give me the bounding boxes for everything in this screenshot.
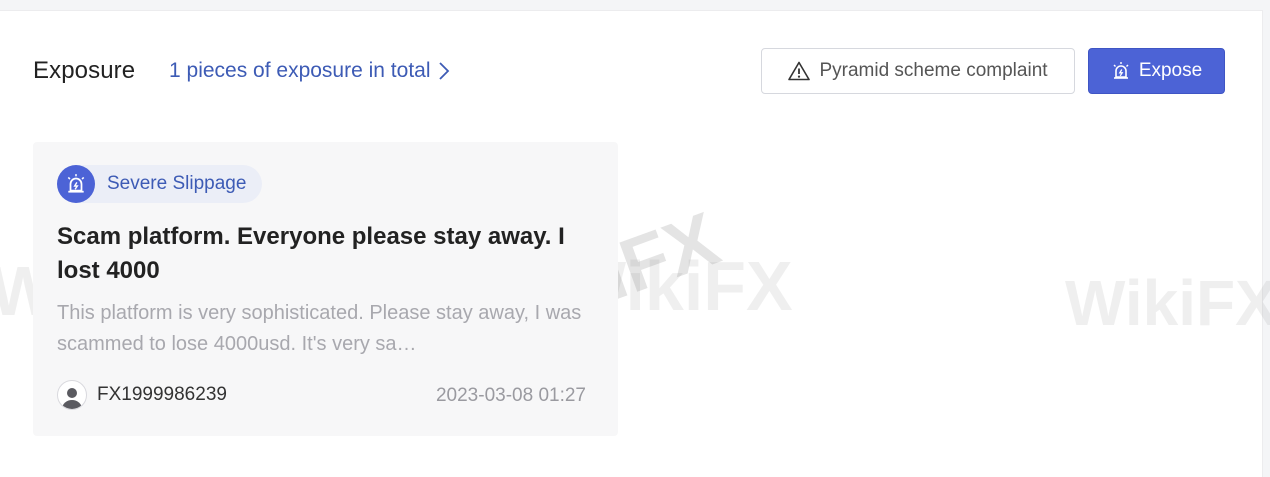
exposure-excerpt: This platform is very sophisticated. Ple… [57,302,582,355]
exposure-total-link[interactable]: 1 pieces of exposure in total [169,59,451,83]
category-tag-label: Severe Slippage [107,173,247,194]
exposure-card[interactable]: Severe Slippage Scam platform. Everyone … [33,142,618,436]
section-title: Exposure [33,57,136,84]
expose-label: Expose [1138,60,1203,81]
chevron-right-icon [438,62,449,80]
post-timestamp: 2023-03-08 01:27 [435,385,586,406]
exposure-panel: WikiFX WikiFX WikiFX WikiFX Exposure 1 p… [0,10,1270,477]
exposure-total-label: 1 pieces of exposure in total [169,59,431,82]
avatar [57,380,87,410]
pyramid-complaint-label: Pyramid scheme complaint [819,60,1048,81]
alarm-icon [57,165,95,203]
author-name: FX1999986239 [97,384,227,405]
exposure-title[interactable]: Scam platform. Everyone please stay away… [57,220,597,288]
expose-button[interactable]: Expose [1088,48,1225,94]
watermark-logo: WikiFX [1065,266,1270,340]
author-info: FX1999986239 [57,380,227,410]
alarm-icon [1113,62,1129,79]
pyramid-complaint-button[interactable]: Pyramid scheme complaint [761,48,1075,94]
category-tag: Severe Slippage [57,165,263,203]
user-icon [62,388,82,409]
warning-icon [788,61,811,81]
watermark-text: WikiFX [1065,267,1270,339]
